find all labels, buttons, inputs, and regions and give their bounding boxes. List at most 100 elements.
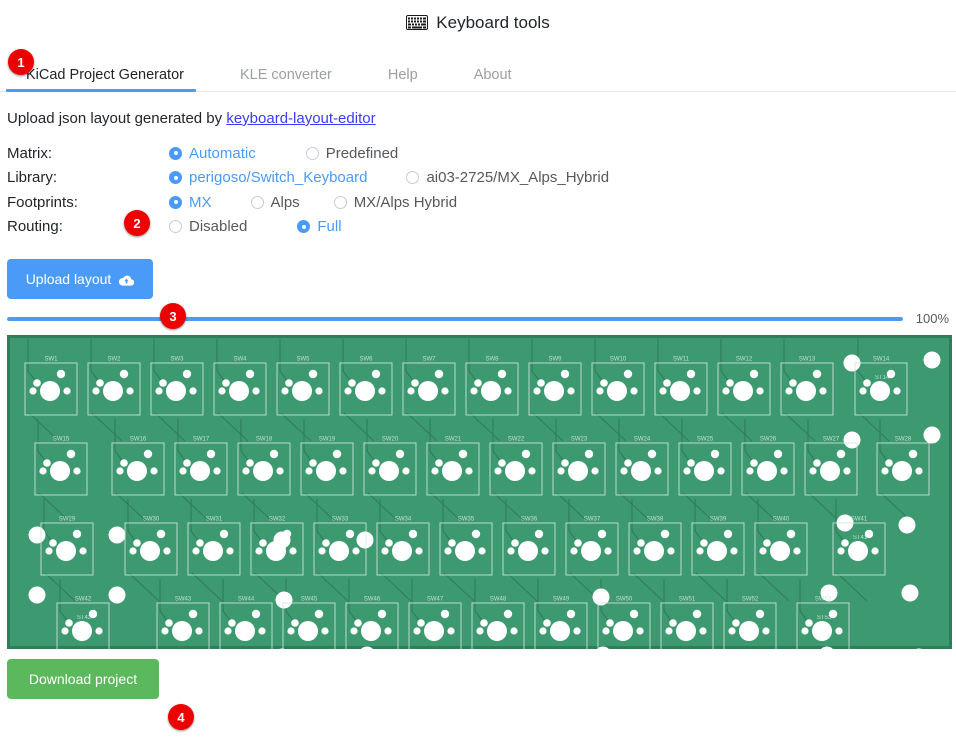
svg-text:SW1: SW1: [44, 357, 58, 363]
upload-instruction: Upload json layout generated by keyboard…: [7, 110, 956, 127]
step-badge-3: 3: [160, 303, 186, 329]
radio-indicator: [169, 171, 182, 185]
svg-text:SW42: SW42: [75, 597, 92, 603]
svg-text:SW37: SW37: [584, 517, 601, 523]
svg-text:SW52: SW52: [742, 597, 759, 603]
svg-text:SW47: SW47: [427, 597, 444, 603]
radio-indicator: [305, 146, 319, 160]
cloud-upload-icon: [119, 274, 135, 286]
tab-bar: KiCad Project Generator KLE converter He…: [0, 56, 956, 92]
svg-text:SW23: SW23: [571, 437, 588, 443]
page-title: Keyboard tools: [406, 14, 550, 31]
radio-routing-full[interactable]: Full: [297, 218, 342, 235]
svg-text:SW9: SW9: [548, 357, 562, 363]
svg-text:SW33: SW33: [332, 517, 349, 523]
svg-text:SW4: SW4: [233, 357, 247, 363]
step-badge-1: 1: [8, 49, 34, 75]
svg-text:SW38: SW38: [647, 517, 664, 523]
radio-indicator: [250, 195, 264, 209]
svg-text:SW21: SW21: [445, 437, 462, 443]
option-row-library: Library: perigoso/Switch_Keyboard ai03-2…: [7, 166, 956, 191]
tab-about[interactable]: About: [474, 67, 512, 91]
upload-instruction-text: Upload json layout generated by: [7, 110, 227, 127]
download-project-button[interactable]: Download project: [7, 659, 159, 699]
radio-footprints-alps[interactable]: Alps: [250, 194, 300, 211]
radio-footprints-mx-alps-hybrid[interactable]: MX/Alps Hybrid: [333, 194, 457, 211]
svg-text:SW50: SW50: [616, 597, 633, 603]
radio-matrix-automatic[interactable]: Automatic: [169, 145, 256, 162]
svg-text:SW11: SW11: [673, 357, 690, 363]
step-badge-4: 4: [168, 704, 194, 730]
keyboard-layout-editor-link[interactable]: keyboard-layout-editor: [226, 110, 375, 127]
radio-footprints-mx[interactable]: MX: [169, 194, 212, 211]
svg-text:SW19: SW19: [319, 437, 336, 443]
svg-text:SW35: SW35: [458, 517, 475, 523]
svg-text:SW28: SW28: [895, 437, 912, 443]
svg-text:SW10: SW10: [610, 357, 627, 363]
svg-text:SW36: SW36: [521, 517, 538, 523]
upload-layout-button-label: Upload layout: [25, 271, 112, 287]
option-row-footprints: Footprints: MX Alps MX/Alps Hybrid: [7, 190, 956, 215]
svg-text:SW41: SW41: [851, 517, 868, 523]
radio-indicator: [169, 195, 182, 209]
option-label-library: Library:: [7, 169, 58, 187]
radio-indicator: [406, 171, 420, 185]
svg-text:SW34: SW34: [395, 517, 412, 523]
svg-text:SW16: SW16: [130, 437, 147, 443]
svg-text:SW45: SW45: [301, 597, 318, 603]
tab-kle-converter[interactable]: KLE converter: [240, 67, 332, 91]
svg-text:SW6: SW6: [359, 357, 373, 363]
svg-text:SW12: SW12: [736, 357, 753, 363]
svg-text:SW3: SW3: [170, 357, 184, 363]
svg-text:SW14: SW14: [873, 357, 890, 363]
svg-text:SW25: SW25: [697, 437, 714, 443]
svg-text:SW49: SW49: [553, 597, 570, 603]
progress-bar: 100%: [7, 311, 949, 326]
svg-text:SW53: SW53: [815, 597, 832, 603]
svg-text:SW20: SW20: [382, 437, 399, 443]
svg-text:SW27: SW27: [823, 437, 840, 443]
svg-text:SW17: SW17: [193, 437, 210, 443]
tab-kicad-project-generator[interactable]: KiCad Project Generator: [26, 67, 184, 91]
svg-text:SW32: SW32: [269, 517, 286, 523]
svg-text:SW22: SW22: [508, 437, 525, 443]
svg-text:SW8: SW8: [485, 357, 499, 363]
radio-indicator: [333, 195, 347, 209]
svg-text:SW13: SW13: [799, 357, 816, 363]
svg-text:SW51: SW51: [679, 597, 696, 603]
radio-indicator: [169, 220, 182, 234]
svg-text:SW46: SW46: [364, 597, 381, 603]
app-header: Keyboard tools: [0, 0, 956, 34]
pcb-preview-canvas: SW1 SW2 SW3 SW4 SW5 SW6 SW7 SW8 SW9 SW10 SW11 SW12 S…: [7, 335, 952, 649]
step-badge-2: 2: [124, 210, 150, 236]
svg-text:SW18: SW18: [256, 437, 273, 443]
progress-percent-label: 100%: [915, 311, 949, 326]
svg-text:SW26: SW26: [760, 437, 777, 443]
svg-text:SW39: SW39: [710, 517, 727, 523]
svg-text:SW29: SW29: [59, 517, 76, 523]
radio-indicator: [297, 220, 311, 234]
progress-fill: [7, 316, 903, 321]
svg-text:SW24: SW24: [634, 437, 651, 443]
svg-text:SW15: SW15: [53, 437, 70, 443]
svg-text:SW44: SW44: [238, 597, 255, 603]
svg-text:SW31: SW31: [206, 517, 223, 523]
svg-text:SW48: SW48: [490, 597, 507, 603]
upload-layout-button[interactable]: Upload layout: [7, 259, 153, 299]
radio-routing-disabled[interactable]: Disabled: [169, 218, 247, 235]
pcb-preview[interactable]: SW1 SW2 SW3 SW4 SW5 SW6 SW7 SW8 SW9 SW10 SW11 SW12 S…: [7, 335, 952, 649]
option-row-matrix: Matrix: Automatic Predefined: [7, 141, 956, 166]
radio-library-ai03[interactable]: ai03-2725/MX_Alps_Hybrid: [406, 169, 609, 186]
tab-help[interactable]: Help: [388, 67, 418, 91]
radio-matrix-predefined[interactable]: Predefined: [305, 145, 398, 162]
radio-library-perigoso[interactable]: perigoso/Switch_Keyboard: [169, 169, 367, 186]
keyboard-icon: [406, 15, 429, 30]
svg-text:SW40: SW40: [773, 517, 790, 523]
svg-text:SW43: SW43: [175, 597, 192, 603]
svg-text:SW2: SW2: [107, 357, 121, 363]
option-label-matrix: Matrix:: [7, 144, 52, 162]
svg-text:SW30: SW30: [143, 517, 160, 523]
svg-text:SW5: SW5: [296, 357, 310, 363]
active-tab-indicator: [6, 89, 196, 92]
svg-text:SW7: SW7: [422, 357, 436, 363]
